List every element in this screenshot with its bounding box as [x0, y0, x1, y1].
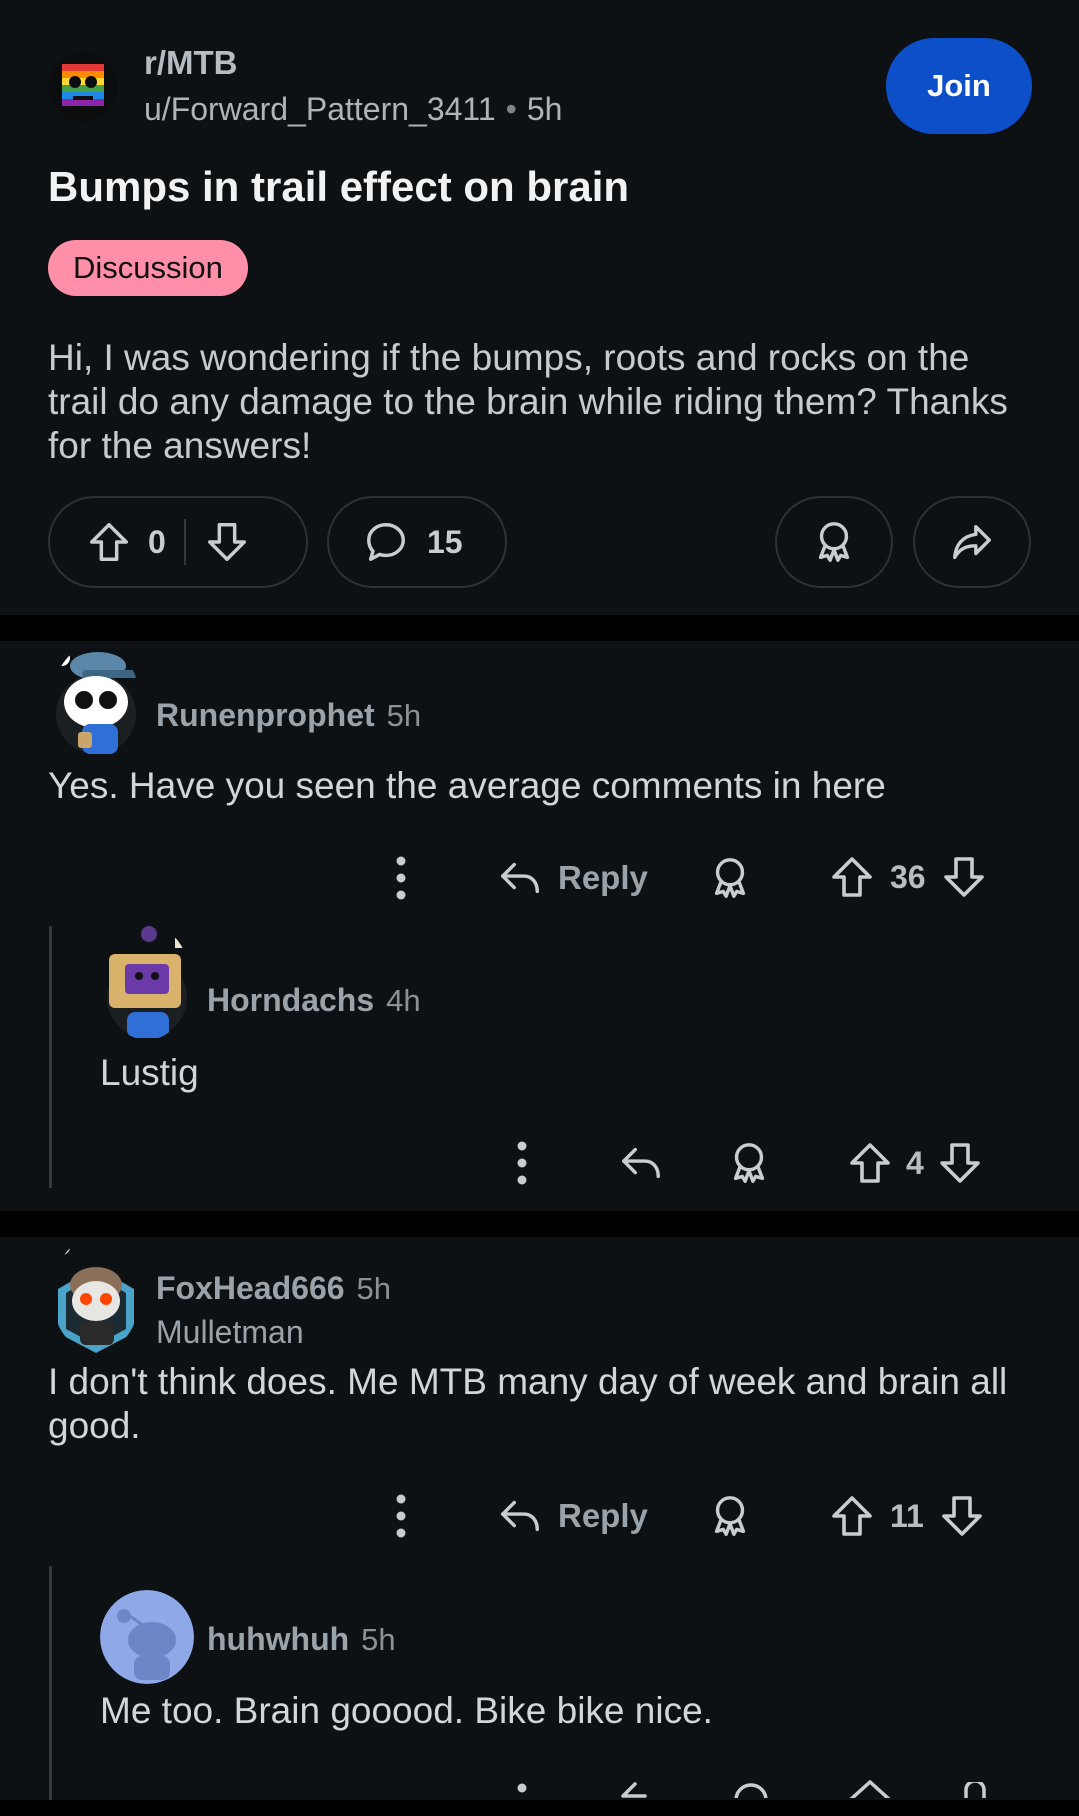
subreddit-name[interactable]: r/MTB — [144, 44, 238, 82]
award-icon — [733, 1143, 765, 1183]
downvote-icon[interactable] — [938, 1492, 986, 1540]
award-icon — [714, 1496, 746, 1536]
comment-username[interactable]: huhwhuh — [207, 1621, 349, 1657]
join-button[interactable]: Join — [886, 38, 1032, 134]
comment-actions-partial — [0, 1778, 1079, 1798]
downvote-icon[interactable] — [936, 1139, 984, 1187]
thread-line[interactable] — [49, 1566, 52, 1802]
comment-vote: 4 — [846, 1139, 984, 1187]
reply-label: Reply — [558, 1497, 648, 1534]
post-author[interactable]: u/Forward_Pattern_3411 — [144, 91, 496, 127]
post-flair[interactable]: Discussion — [48, 240, 248, 296]
vote-divider — [183, 519, 186, 565]
subreddit-avatar[interactable] — [48, 52, 118, 122]
comment-text: I don't think does. Me MTB many day of w… — [48, 1361, 1008, 1446]
comment-username[interactable]: Horndachs — [207, 982, 374, 1018]
comment-vote: 36 — [828, 853, 988, 901]
post-score: 0 — [148, 523, 166, 560]
comment-header: Runenprophet 5h — [156, 697, 421, 734]
award-icon — [811, 519, 857, 565]
reply-label: Reply — [558, 859, 648, 896]
upvote-icon[interactable] — [828, 853, 876, 901]
reply-button[interactable]: Reply — [496, 855, 648, 901]
reply-button[interactable]: Reply — [496, 1493, 648, 1539]
share-button[interactable] — [913, 496, 1031, 588]
more-options-button[interactable] — [507, 1138, 537, 1188]
comment-icon — [363, 519, 409, 565]
more-icon — [396, 856, 406, 900]
comment-header: Horndachs 4h — [207, 982, 421, 1019]
comment-text: Yes. Have you seen the average comments … — [48, 765, 886, 806]
comment-age: 5h — [361, 1622, 396, 1657]
user-flair: Mulletman — [156, 1314, 304, 1350]
comments-pill[interactable]: 15 — [327, 496, 507, 588]
comment-score: 4 — [906, 1144, 924, 1181]
avatar[interactable] — [52, 644, 140, 758]
avatar[interactable] — [103, 924, 191, 1040]
comment-text: Lustig — [100, 1052, 199, 1093]
share-icon — [949, 519, 995, 565]
upvote-icon[interactable] — [828, 1492, 876, 1540]
upvote-icon[interactable] — [86, 519, 132, 565]
section-divider — [0, 1211, 1079, 1237]
more-icon — [396, 1494, 406, 1538]
more-icon — [517, 1783, 527, 1793]
reply-icon — [621, 1782, 647, 1798]
reply-icon — [496, 855, 544, 901]
award-button[interactable] — [707, 1493, 753, 1539]
vote-pill: 0 — [48, 496, 308, 588]
comment-age: 4h — [386, 983, 421, 1018]
award-button[interactable] — [726, 1140, 772, 1186]
comment-text: Me too. Brain gooood. Bike bike nice. — [100, 1690, 713, 1731]
meta-separator: • — [505, 91, 517, 127]
reply-button[interactable] — [617, 1140, 665, 1186]
award-button[interactable] — [775, 496, 893, 588]
post-meta: u/Forward_Pattern_3411 • 5h — [144, 91, 562, 128]
bottom-edge — [0, 1800, 1079, 1816]
downvote-icon[interactable] — [940, 853, 988, 901]
award-icon — [734, 1783, 768, 1798]
thread-line[interactable] — [49, 926, 52, 1188]
comment-vote: 11 — [828, 1492, 986, 1540]
post-age: 5h — [526, 91, 563, 127]
more-options-button[interactable] — [386, 853, 416, 903]
downvote-icon — [964, 1782, 986, 1798]
upvote-icon — [849, 1780, 891, 1798]
award-button[interactable] — [707, 855, 753, 901]
comment-username[interactable]: FoxHead666 — [156, 1270, 345, 1306]
reply-icon — [496, 1493, 544, 1539]
more-icon — [517, 1141, 527, 1185]
downvote-icon[interactable] — [204, 519, 250, 565]
comment-score: 11 — [890, 1497, 924, 1534]
more-options-button[interactable] — [386, 1491, 416, 1541]
comment-age: 5h — [356, 1271, 392, 1306]
comment-count: 15 — [427, 523, 463, 560]
comment-header: huhwhuh 5h — [207, 1621, 396, 1658]
comment-username[interactable]: Runenprophet — [156, 697, 375, 733]
post-body: Hi, I was wondering if the bumps, roots … — [48, 337, 1008, 466]
avatar[interactable] — [100, 1590, 194, 1684]
avatar[interactable] — [52, 1237, 140, 1353]
post-title[interactable]: Bumps in trail effect on brain — [48, 163, 629, 211]
comment-header: FoxHead666 5h — [156, 1270, 391, 1307]
comment-score: 36 — [890, 858, 926, 895]
award-icon — [714, 858, 746, 898]
section-divider — [0, 615, 1079, 641]
comment-age: 5h — [386, 698, 422, 733]
upvote-icon[interactable] — [846, 1139, 894, 1187]
reply-icon — [617, 1140, 665, 1186]
